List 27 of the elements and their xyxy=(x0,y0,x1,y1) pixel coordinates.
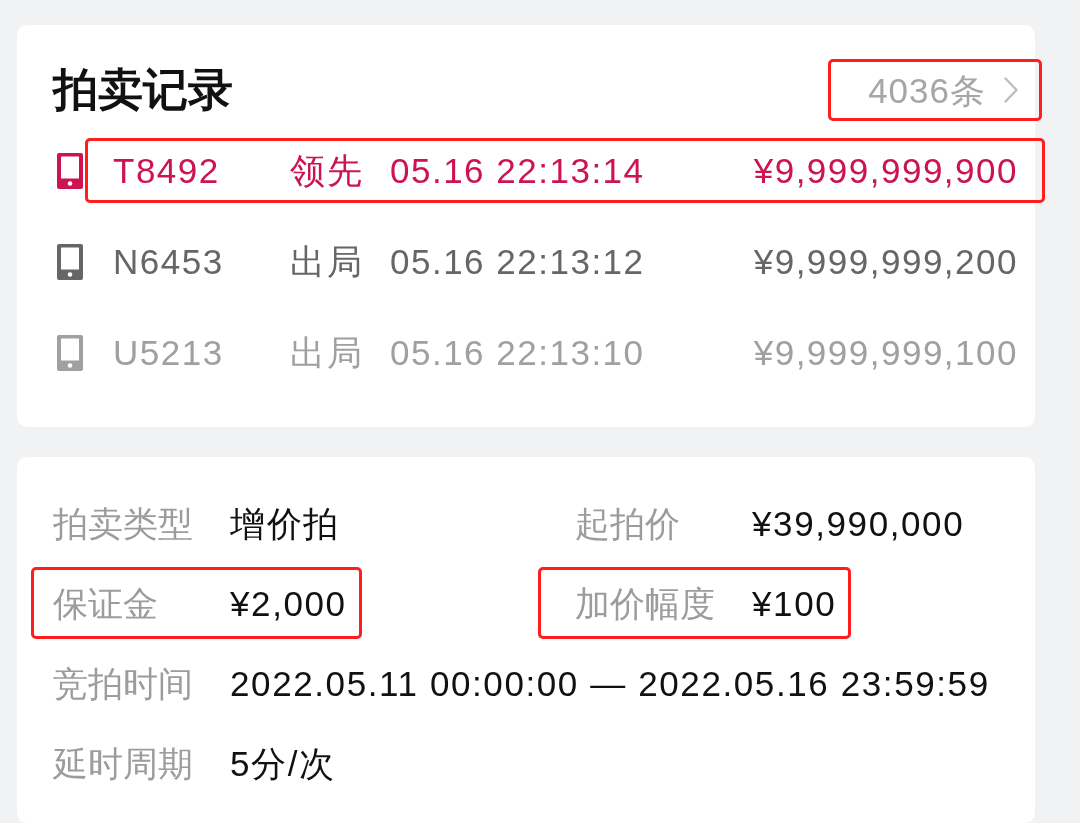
bid-time: 05.16 22:13:12 xyxy=(390,244,645,279)
field-label: 竞拍时间 xyxy=(53,665,194,701)
chevron-right-icon xyxy=(1004,77,1018,103)
field-value: 5分/次 xyxy=(230,745,336,781)
bid-time: 05.16 22:13:10 xyxy=(390,335,645,370)
bidder-id: N6453 xyxy=(113,244,225,279)
bid-status: 领先 xyxy=(290,153,364,188)
record-count-link[interactable]: 4036条 xyxy=(868,72,1018,108)
field-label: 加价幅度 xyxy=(575,585,716,621)
field-label: 保证金 xyxy=(53,585,159,621)
bid-price: ¥9,999,999,100 xyxy=(753,335,1018,370)
bid-status: 出局 xyxy=(290,335,364,370)
field-value: ¥39,990,000 xyxy=(752,505,965,541)
bid-price: ¥9,999,999,200 xyxy=(753,244,1018,279)
field-value: 2022.05.11 00:00:00 — 2022.05.16 23:59:59 xyxy=(230,665,990,701)
bid-time: 05.16 22:13:14 xyxy=(390,153,645,188)
field-label: 起拍价 xyxy=(575,505,681,541)
bidder-id: T8492 xyxy=(113,153,221,188)
field-label: 延时周期 xyxy=(53,745,194,781)
bid-status: 出局 xyxy=(290,244,364,279)
bidder-id: U5213 xyxy=(113,335,225,370)
bid-price: ¥9,999,999,900 xyxy=(753,153,1018,188)
section-title: 拍卖记录 xyxy=(53,63,233,117)
field-value: 增价拍 xyxy=(230,505,340,541)
field-label: 拍卖类型 xyxy=(53,505,194,541)
field-value: ¥100 xyxy=(752,585,837,621)
field-value: ¥2,000 xyxy=(230,585,347,621)
